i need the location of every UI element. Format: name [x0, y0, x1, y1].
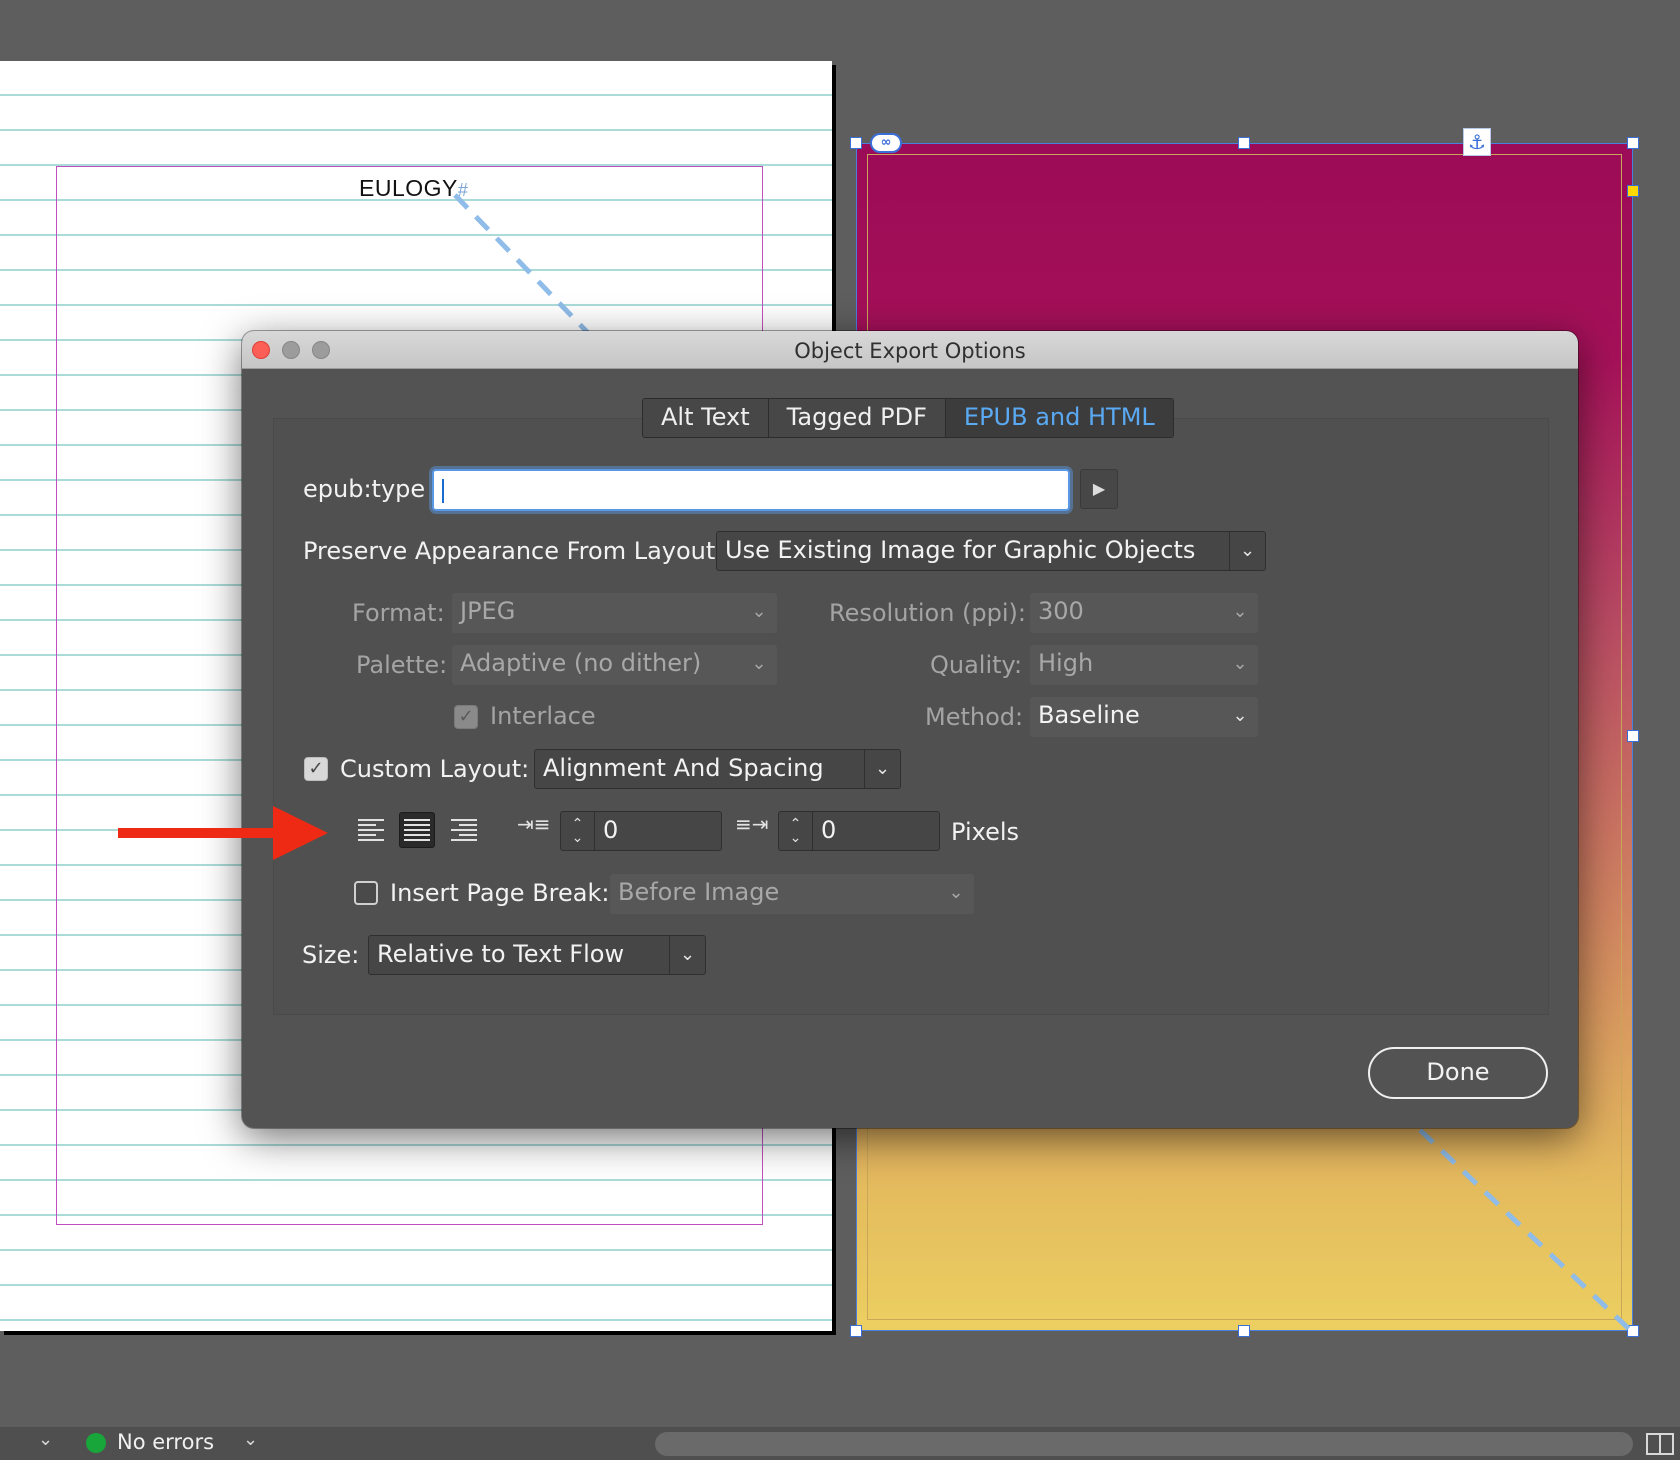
- method-select[interactable]: Baseline ⌄: [1030, 697, 1258, 737]
- insert-page-break-checkbox[interactable]: [354, 881, 378, 905]
- frame-handle-bottom-middle[interactable]: [1238, 1325, 1250, 1337]
- epub-type-input[interactable]: [432, 469, 1070, 511]
- custom-layout-checkbox[interactable]: ✓: [304, 757, 328, 781]
- chevron-down-icon: ⌄: [751, 653, 767, 674]
- chevron-down-icon: ⌄: [1232, 705, 1248, 726]
- chevron-down-icon[interactable]: ⌄: [243, 1429, 258, 1450]
- heading-text: EULOGY: [359, 175, 458, 201]
- method-label: Method:: [925, 703, 1024, 731]
- palette-value: Adaptive (no dither): [460, 649, 702, 677]
- hash-marker: #: [457, 180, 469, 200]
- horizontal-scrollbar[interactable]: [655, 1432, 1633, 1456]
- chevron-down-icon: ⌄: [1232, 601, 1248, 622]
- align-center-button[interactable]: [399, 812, 435, 848]
- frame-handle-top-right[interactable]: [1627, 137, 1639, 149]
- chevron-down-icon: ⌄: [1229, 532, 1265, 570]
- page-heading[interactable]: EULOGY#: [359, 175, 468, 202]
- chevron-down-icon: ⌄: [948, 882, 964, 903]
- space-after-stepper[interactable]: ⌃ ⌄ 0: [778, 811, 940, 851]
- frame-handle-bottom-right[interactable]: [1627, 1325, 1639, 1337]
- resolution-value: 300: [1038, 597, 1084, 625]
- space-before-icon: ⇥≡: [517, 812, 551, 836]
- format-select[interactable]: JPEG ⌄: [452, 593, 777, 633]
- frame-handle-top-left[interactable]: [850, 137, 862, 149]
- align-right-button[interactable]: [445, 812, 481, 848]
- chevron-down-icon: ⌄: [751, 601, 767, 622]
- status-bar: ⌄ No errors ⌄: [0, 1427, 1680, 1460]
- preflight-status-icon: [86, 1433, 106, 1453]
- frame-handle-bottom-left[interactable]: [850, 1325, 862, 1337]
- frame-corner-options-handle[interactable]: [1627, 185, 1639, 197]
- custom-layout-label: Custom Layout:: [340, 755, 530, 783]
- chevron-down-icon: ⌄: [1232, 653, 1248, 674]
- text-caret: [442, 479, 444, 503]
- tab-epub-and-html[interactable]: EPUB and HTML: [945, 399, 1173, 437]
- format-value: JPEG: [460, 597, 516, 625]
- space-before-value[interactable]: 0: [595, 812, 721, 850]
- link-icon[interactable]: ∞: [870, 133, 902, 153]
- frame-handle-middle-right[interactable]: [1627, 730, 1639, 742]
- chevron-down-icon: ⌄: [669, 936, 705, 974]
- chevron-down-icon[interactable]: ⌄: [38, 1429, 53, 1450]
- epub-type-menu-button[interactable]: ▶: [1080, 469, 1118, 509]
- palette-label: Palette:: [356, 651, 448, 679]
- preserve-appearance-value: Use Existing Image for Graphic Objects: [725, 536, 1196, 564]
- insert-page-break-label: Insert Page Break:: [390, 879, 610, 907]
- stepper-arrows-icon[interactable]: ⌃ ⌄: [561, 812, 595, 850]
- custom-layout-select[interactable]: Alignment And Spacing ⌄: [534, 749, 901, 789]
- quality-label: Quality:: [930, 651, 1023, 679]
- frame-handle-top-middle[interactable]: [1238, 137, 1250, 149]
- custom-layout-value: Alignment And Spacing: [543, 754, 824, 782]
- tab-alt-text[interactable]: Alt Text: [643, 399, 769, 437]
- units-label: Pixels: [951, 818, 1020, 846]
- dialog-title: Object Export Options: [794, 339, 1026, 363]
- tab-tagged-pdf[interactable]: Tagged PDF: [768, 399, 946, 437]
- resolution-label: Resolution (ppi):: [829, 599, 1026, 627]
- preserve-appearance-label: Preserve Appearance From Layout:: [303, 537, 724, 565]
- done-button[interactable]: Done: [1368, 1047, 1548, 1099]
- epub-type-label: epub:type: [303, 475, 426, 503]
- interlace-label: Interlace: [490, 702, 596, 730]
- method-value: Baseline: [1038, 701, 1140, 729]
- page-break-select[interactable]: Before Image ⌄: [610, 874, 974, 914]
- dialog-titlebar: Object Export Options: [242, 331, 1578, 369]
- annotation-arrow-icon: [118, 806, 328, 860]
- size-select[interactable]: Relative to Text Flow ⌄: [368, 935, 706, 975]
- stepper-arrows-icon[interactable]: ⌃ ⌄: [779, 812, 813, 850]
- object-export-options-dialog: Object Export Options Alt Text Tagged PD…: [242, 331, 1578, 1128]
- split-view-icon[interactable]: [1646, 1433, 1674, 1455]
- chevron-down-icon: ⌄: [864, 750, 900, 788]
- space-after-value[interactable]: 0: [813, 812, 939, 850]
- anchor-icon[interactable]: ⚓: [1463, 128, 1491, 156]
- preflight-status-text[interactable]: No errors: [117, 1430, 214, 1454]
- palette-select[interactable]: Adaptive (no dither) ⌄: [452, 645, 777, 685]
- quality-value: High: [1038, 649, 1094, 677]
- space-before-stepper[interactable]: ⌃ ⌄ 0: [560, 811, 722, 851]
- page-break-value: Before Image: [618, 878, 780, 906]
- size-label: Size:: [302, 941, 360, 969]
- align-left-button[interactable]: [354, 812, 390, 848]
- interlace-checkbox[interactable]: ✓: [454, 705, 478, 729]
- quality-select[interactable]: High ⌄: [1030, 645, 1258, 685]
- space-after-icon: ≡⇥: [735, 812, 769, 836]
- preserve-appearance-select[interactable]: Use Existing Image for Graphic Objects ⌄: [716, 531, 1266, 571]
- size-value: Relative to Text Flow: [377, 940, 625, 968]
- tab-bar: Alt Text Tagged PDF EPUB and HTML: [642, 398, 1174, 438]
- format-label: Format:: [352, 599, 445, 627]
- resolution-select[interactable]: 300 ⌄: [1030, 593, 1258, 633]
